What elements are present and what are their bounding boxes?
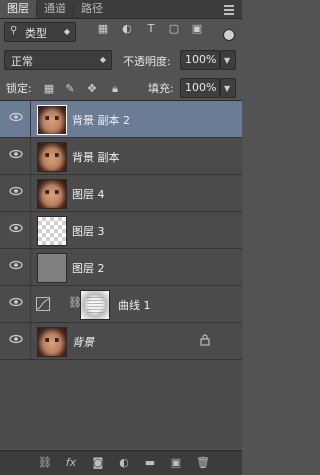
layer-divider [30, 286, 31, 322]
visibility-eye-icon[interactable] [9, 334, 23, 344]
layer-row[interactable]: 图层 2 [0, 249, 242, 286]
layer-row[interactable]: 背景 副本 [0, 138, 242, 175]
visibility-eye-icon[interactable] [9, 149, 23, 159]
layer-row[interactable]: 背景 [0, 323, 242, 360]
layer-thumbnail [37, 253, 67, 283]
layer-row[interactable]: 背景 副本 2 [0, 101, 242, 138]
filter-kind-select[interactable]: ⚲ 类型 ◆ [4, 22, 76, 42]
layer-thumbnail [37, 179, 67, 209]
opacity-value: 100% [185, 53, 217, 66]
blend-mode-value: 正常 [11, 55, 33, 68]
layers-footer: ⛓ fx ◙ ◐ ▬ ▣ 🗑︎ [0, 450, 242, 475]
fx-icon[interactable]: fx [64, 456, 78, 470]
blend-row: 正常 ◆ 不透明度: 100% ▼ [0, 48, 242, 74]
layer-name[interactable]: 背景 [72, 334, 94, 350]
chevron-updown-icon: ◆ [99, 55, 106, 64]
layer-thumbnail [37, 105, 67, 135]
layer-divider [30, 175, 31, 211]
image-filter-icon[interactable]: ▦ [95, 22, 111, 36]
fill-label: 填充: [148, 82, 174, 95]
lock-transparent-icon[interactable]: ▦ [42, 82, 56, 96]
filter-kind-value: 类型 [25, 27, 47, 40]
shape-filter-icon[interactable]: ▢ [166, 22, 182, 36]
curves-adjustment-icon [36, 297, 50, 311]
layer-name[interactable]: 图层 2 [72, 260, 105, 276]
layer-name[interactable]: 曲线 1 [118, 297, 151, 313]
adjustment-icon[interactable]: ◐ [117, 456, 131, 470]
chevron-down-icon: ▼ [224, 84, 231, 93]
panel-menu-icon[interactable] [224, 3, 234, 15]
folder-icon[interactable]: ▬ [143, 456, 157, 470]
lock-image-icon[interactable]: ✎ [63, 82, 77, 96]
panel-tabs: 图层 通道 路径 [0, 0, 242, 19]
adjustment-filter-icon[interactable]: ◐ [119, 22, 135, 36]
chevron-down-icon: ▼ [224, 56, 231, 65]
trash-icon[interactable]: 🗑︎ [196, 456, 210, 470]
tab-channels[interactable]: 通道 [37, 0, 73, 18]
opacity-dropdown[interactable]: ▼ [220, 50, 236, 70]
smart-object-filter-icon[interactable]: ▣ [189, 22, 205, 36]
tab-paths[interactable]: 路径 [74, 0, 110, 18]
layer-thumbnail [37, 142, 67, 172]
fill-dropdown[interactable]: ▼ [220, 78, 236, 98]
opacity-label: 不透明度: [123, 55, 171, 68]
visibility-eye-icon[interactable] [9, 297, 23, 307]
layer-mask-thumbnail [80, 290, 110, 320]
visibility-eye-icon[interactable] [9, 186, 23, 196]
layer-name[interactable]: 背景 副本 2 [72, 112, 130, 128]
lock-label: 锁定: [6, 82, 32, 95]
lock-position-icon[interactable]: ✥ [85, 82, 99, 96]
mask-icon[interactable]: ◙ [91, 456, 105, 470]
layer-divider [30, 138, 31, 174]
lock-all-icon[interactable]: 🔒︎ [108, 82, 122, 96]
layers-list: 背景 副本 2 背景 副本 图层 4 图层 3 图层 2 ⛓ 曲线 1 背景 [0, 100, 242, 449]
fill-value: 100% [185, 81, 217, 94]
filter-row: ⚲ 类型 ◆ ▦ ◐ T ▢ ▣ [0, 20, 242, 46]
layer-name[interactable]: 图层 4 [72, 186, 105, 202]
filter-toggle[interactable] [223, 29, 235, 41]
link-icon[interactable]: ⛓ [38, 456, 52, 470]
layer-divider [30, 101, 31, 137]
opacity-input[interactable]: 100% [180, 50, 220, 70]
new-layer-icon[interactable]: ▣ [169, 456, 183, 470]
lock-icon [200, 334, 210, 346]
layer-name[interactable]: 背景 副本 [72, 149, 120, 165]
search-icon: ⚲ [10, 25, 18, 36]
fill-input[interactable]: 100% [180, 78, 220, 98]
layer-row[interactable]: 图层 3 [0, 212, 242, 249]
layer-row[interactable]: 图层 4 [0, 175, 242, 212]
chevron-updown-icon: ◆ [63, 27, 70, 36]
visibility-eye-icon[interactable] [9, 223, 23, 233]
layer-name[interactable]: 图层 3 [72, 223, 105, 239]
layer-divider [30, 323, 31, 359]
visibility-eye-icon[interactable] [9, 112, 23, 122]
layer-divider [30, 249, 31, 285]
layer-thumbnail [37, 216, 67, 246]
layer-divider [30, 212, 31, 248]
blend-mode-select[interactable]: 正常 ◆ [4, 50, 112, 70]
layer-row[interactable]: ⛓ 曲线 1 [0, 286, 242, 323]
type-filter-icon[interactable]: T [143, 22, 159, 36]
visibility-eye-icon[interactable] [9, 260, 23, 270]
tab-layers[interactable]: 图层 [0, 0, 36, 18]
layer-thumbnail [37, 327, 67, 357]
